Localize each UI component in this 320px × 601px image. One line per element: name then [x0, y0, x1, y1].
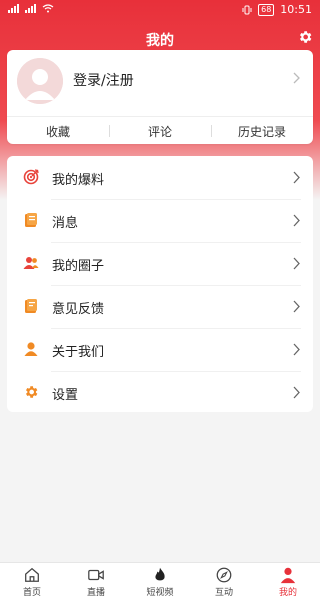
chevron-right-icon — [293, 386, 300, 399]
chevron-right-icon — [293, 171, 300, 184]
video-icon — [88, 569, 104, 581]
tab-favorites[interactable]: 收藏 — [7, 117, 109, 145]
nav-short-video[interactable]: 短视频 — [128, 563, 192, 601]
group-icon — [23, 257, 39, 269]
flame-icon — [155, 567, 165, 581]
menu-item-label: 意见反馈 — [52, 302, 105, 317]
nav-live[interactable]: 直播 — [64, 563, 128, 601]
page-title: 我的 — [146, 33, 174, 49]
nav-label: 直播 — [86, 588, 105, 598]
feedback-icon — [25, 299, 37, 313]
profile-card: 登录/注册 收藏 评论 历史记录 — [7, 50, 313, 144]
profile-icon — [280, 567, 296, 584]
menu-item-feedback[interactable]: 意见反馈 — [7, 285, 313, 328]
battery-level: 68 — [258, 3, 275, 16]
chevron-right-icon — [293, 343, 300, 356]
tab-history[interactable]: 历史记录 — [211, 117, 313, 145]
chevron-right-icon — [293, 300, 300, 313]
chevron-right-icon — [293, 72, 300, 84]
profile-tabs: 收藏 评论 历史记录 — [7, 116, 313, 145]
menu-item-label: 我的爆料 — [52, 173, 105, 188]
menu-item-label: 关于我们 — [52, 345, 105, 360]
menu-list: 我的爆料 消息 我的圈子 意见反馈 关于我们 设置 — [7, 156, 313, 412]
nav-label: 互动 — [214, 588, 233, 598]
menu-item-my-circle[interactable]: 我的圈子 — [7, 242, 313, 285]
tab-comments[interactable]: 评论 — [109, 117, 211, 145]
menu-item-messages[interactable]: 消息 — [7, 199, 313, 242]
login-register-link[interactable]: 登录/注册 — [73, 70, 134, 90]
signal-icon-2 — [25, 4, 36, 13]
target-icon — [23, 169, 39, 185]
compass-icon — [216, 567, 232, 583]
nav-label: 我的 — [278, 588, 297, 598]
wifi-icon — [42, 4, 54, 13]
divider — [51, 242, 301, 243]
divider — [51, 328, 301, 329]
status-icons-right: 68 10:51 — [242, 3, 312, 16]
nav-mine[interactable]: 我的 — [256, 563, 320, 601]
settings-gear-icon[interactable] — [297, 29, 313, 45]
divider — [51, 371, 301, 372]
divider — [51, 285, 301, 286]
default-avatar-icon — [17, 58, 63, 104]
nav-interact[interactable]: 互动 — [192, 563, 256, 601]
menu-item-my-reports[interactable]: 我的爆料 — [7, 156, 313, 199]
status-icons-left — [8, 4, 54, 13]
status-bar: 68 10:51 — [0, 0, 320, 20]
gear-icon — [26, 386, 38, 398]
bottom-navigation: 首页 直播 短视频 互动 我的 — [0, 562, 320, 601]
home-icon — [25, 567, 39, 582]
signal-icon — [8, 4, 19, 13]
chevron-right-icon — [293, 214, 300, 227]
person-icon — [24, 342, 38, 356]
vibrate-icon — [242, 5, 252, 14]
menu-item-label: 设置 — [52, 388, 79, 403]
avatar[interactable] — [17, 58, 63, 104]
clock: 10:51 — [280, 3, 312, 16]
menu-item-label: 我的圈子 — [52, 259, 105, 274]
divider — [51, 199, 301, 200]
nav-label: 首页 — [22, 588, 41, 598]
menu-item-label: 消息 — [52, 216, 79, 231]
menu-item-settings[interactable]: 设置 — [7, 371, 313, 414]
nav-label: 短视频 — [146, 588, 174, 598]
chevron-right-icon — [293, 257, 300, 270]
message-icon — [25, 213, 37, 227]
menu-item-about-us[interactable]: 关于我们 — [7, 328, 313, 371]
nav-home[interactable]: 首页 — [0, 563, 64, 601]
